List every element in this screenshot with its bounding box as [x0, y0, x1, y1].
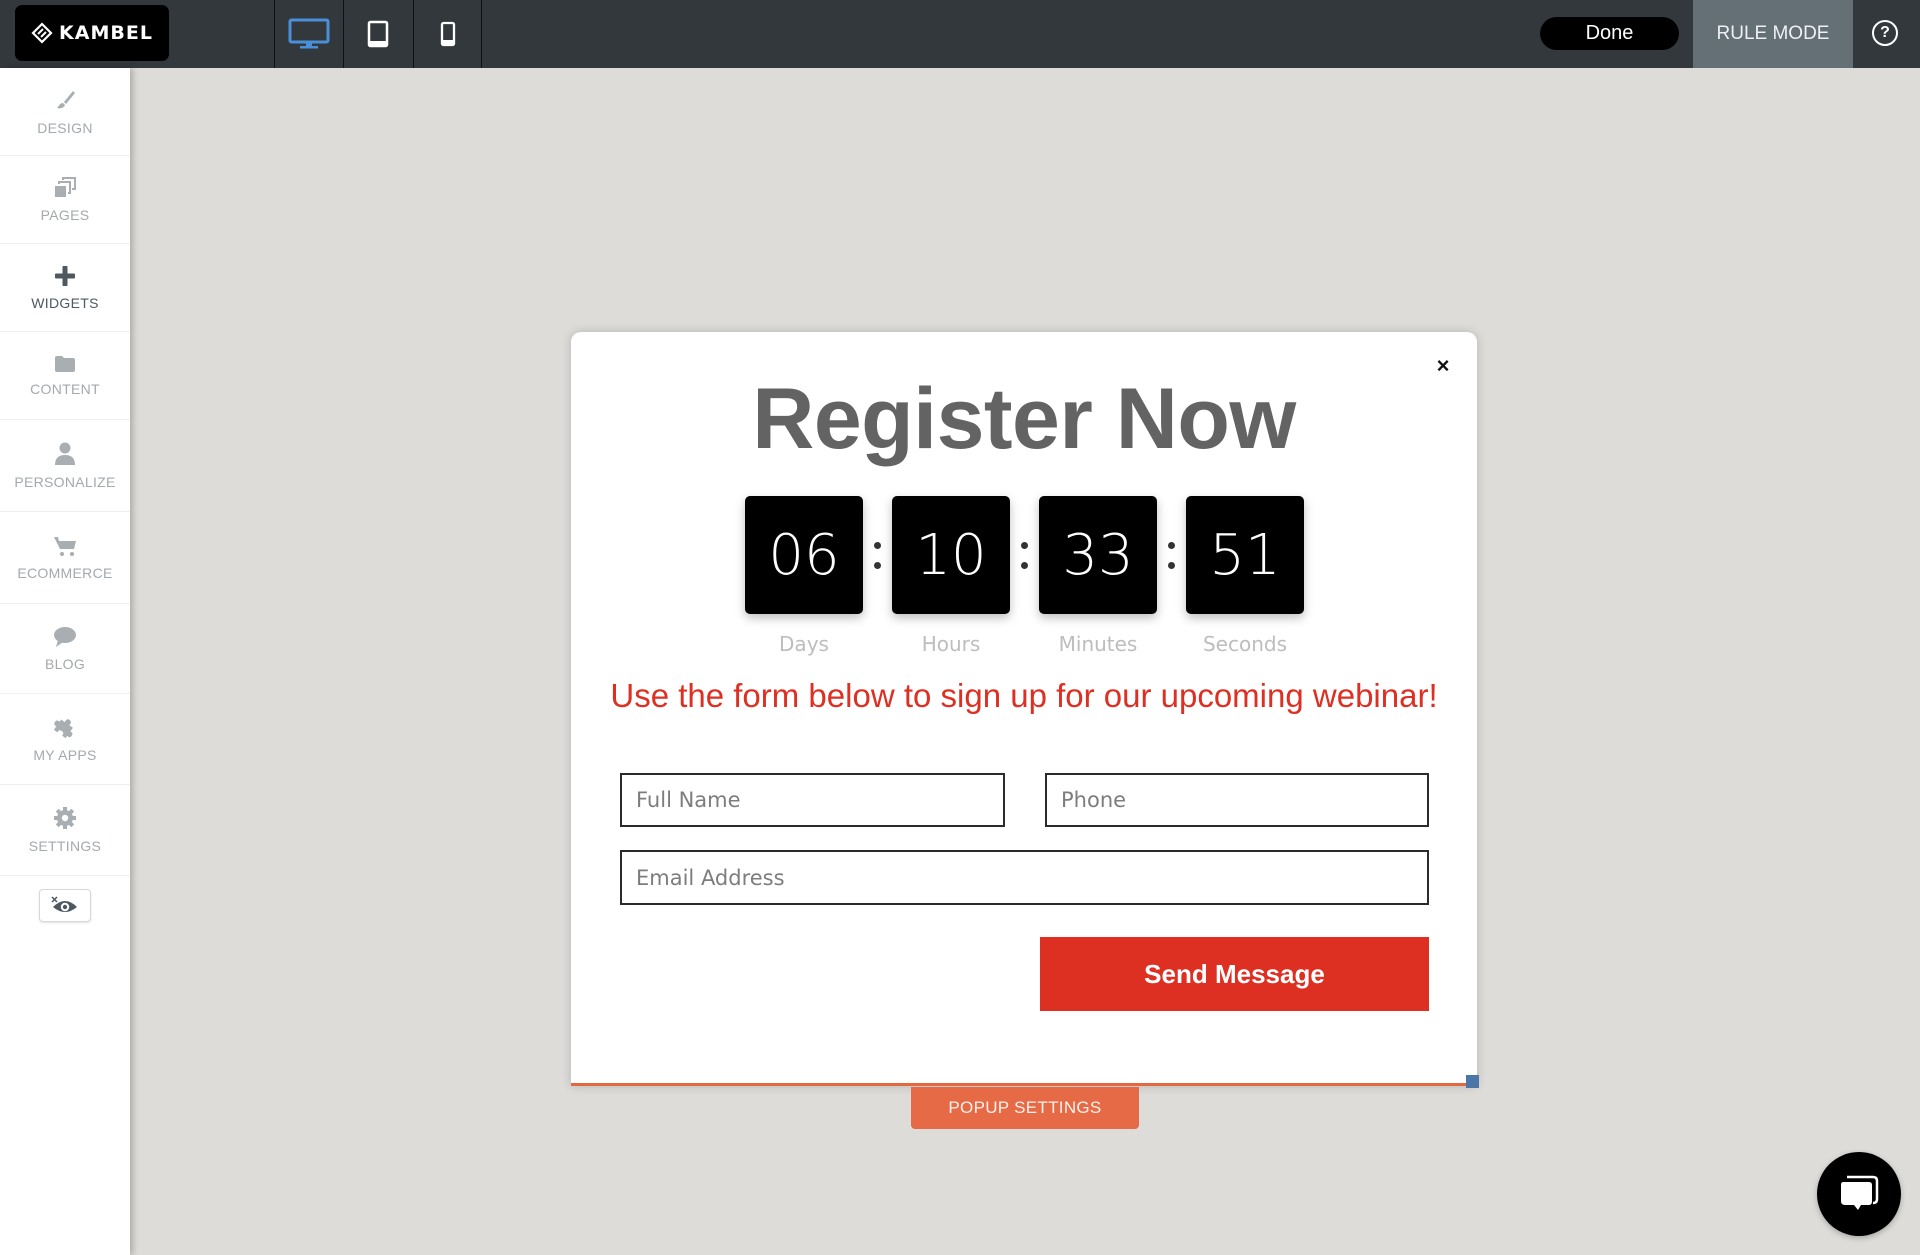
sidebar-item-label: SETTINGS: [28, 838, 102, 854]
countdown-value: 10: [892, 496, 1010, 614]
sidebar-item-content[interactable]: CONTENT: [0, 332, 130, 420]
phone-field-wrapper: [1045, 773, 1429, 827]
countdown-minutes: 33 Minutes: [1039, 496, 1157, 656]
paintbrush-icon: [57, 90, 75, 108]
folder-icon: [55, 355, 75, 372]
sidebar-item-my-apps[interactable]: MY APPS: [0, 694, 130, 785]
top-bar: KAMBEL Done RULE MODE ?: [0, 0, 1920, 68]
sidebar-item-personalize[interactable]: PERSONALIZE: [0, 420, 130, 512]
email-field-wrapper: [620, 850, 1429, 905]
kambel-logo-icon: [31, 22, 53, 44]
sidebar-item-blog[interactable]: BLOG: [0, 604, 130, 694]
gear-icon: [54, 807, 76, 829]
countdown-label: Hours: [921, 632, 981, 656]
chat-launcher-button[interactable]: [1817, 1152, 1901, 1236]
user-icon: [55, 442, 75, 465]
countdown-value: 06: [745, 496, 863, 614]
countdown-separator: [1157, 496, 1186, 614]
popup-resize-handle[interactable]: [1466, 1075, 1479, 1088]
preview-toggle-button[interactable]: [39, 889, 91, 922]
popup-headline: Register Now: [752, 371, 1296, 467]
sidebar-item-widgets[interactable]: WIDGETS: [0, 244, 130, 332]
sidebar-item-settings[interactable]: SETTINGS: [0, 785, 130, 876]
sidebar-item-ecommerce[interactable]: ECOMMERCE: [0, 512, 130, 604]
speech-bubble-icon: [54, 626, 76, 647]
email-input[interactable]: [636, 865, 1413, 890]
countdown-timer: 06 Days 10 Hours 33 Minutes 51 Seconds: [745, 496, 1304, 656]
sidebar-item-label: PERSONALIZE: [14, 473, 116, 490]
countdown-separator: [1010, 496, 1039, 614]
countdown-label: Days: [779, 632, 829, 656]
sidebar: DESIGN PAGES WIDGETS CONTENT PERSONALIZE: [0, 68, 130, 1255]
countdown-days: 06 Days: [745, 496, 863, 656]
sidebar-item-label: BLOG: [44, 655, 86, 672]
sidebar-item-pages[interactable]: PAGES: [0, 156, 130, 244]
sidebar-item-design[interactable]: DESIGN: [0, 68, 130, 156]
send-message-button[interactable]: Send Message: [1040, 937, 1429, 1011]
sidebar-item-label: CONTENT: [30, 380, 100, 397]
full-name-field-wrapper: [620, 773, 1005, 827]
countdown-label: Minutes: [1058, 632, 1138, 656]
countdown-seconds: 51 Seconds: [1186, 496, 1304, 656]
popup-dialog: × Register Now 06 Days 10 Hours 33 Minut…: [571, 332, 1477, 1086]
kambel-logo[interactable]: KAMBEL: [15, 5, 169, 61]
rule-mode-button[interactable]: RULE MODE: [1693, 0, 1853, 68]
done-button[interactable]: Done: [1540, 17, 1679, 50]
puzzle-icon: [53, 719, 73, 739]
popup-settings-tab[interactable]: POPUP SETTINGS: [911, 1087, 1139, 1129]
tablet-icon: [367, 20, 389, 48]
countdown-separator: [863, 496, 892, 614]
logo-text: KAMBEL: [59, 22, 153, 44]
countdown-value: 33: [1039, 496, 1157, 614]
countdown-hours: 10 Hours: [892, 496, 1010, 656]
plus-icon: [55, 265, 75, 286]
pages-icon: [55, 176, 76, 197]
sidebar-item-label: DESIGN: [37, 119, 93, 136]
full-name-input[interactable]: [636, 788, 989, 812]
phone-input[interactable]: [1061, 788, 1413, 812]
hidden-eye-icon: [51, 895, 77, 912]
sidebar-item-label: MY APPS: [33, 747, 97, 763]
sidebar-item-label: WIDGETS: [31, 294, 99, 311]
chat-icon: [1841, 1175, 1879, 1210]
device-mobile-button[interactable]: [413, 0, 482, 68]
countdown-value: 51: [1186, 496, 1304, 614]
popup-subtitle: Use the form below to sign up for our up…: [610, 677, 1438, 714]
sidebar-item-label: ECOMMERCE: [17, 564, 113, 581]
device-desktop-button[interactable]: [274, 0, 343, 68]
desktop-icon: [288, 18, 330, 49]
mobile-icon: [440, 21, 455, 47]
sidebar-item-label: PAGES: [40, 206, 90, 223]
help-icon[interactable]: ?: [1872, 20, 1898, 46]
cart-icon: [54, 536, 76, 556]
countdown-label: Seconds: [1202, 632, 1288, 656]
device-tablet-button[interactable]: [343, 0, 412, 68]
